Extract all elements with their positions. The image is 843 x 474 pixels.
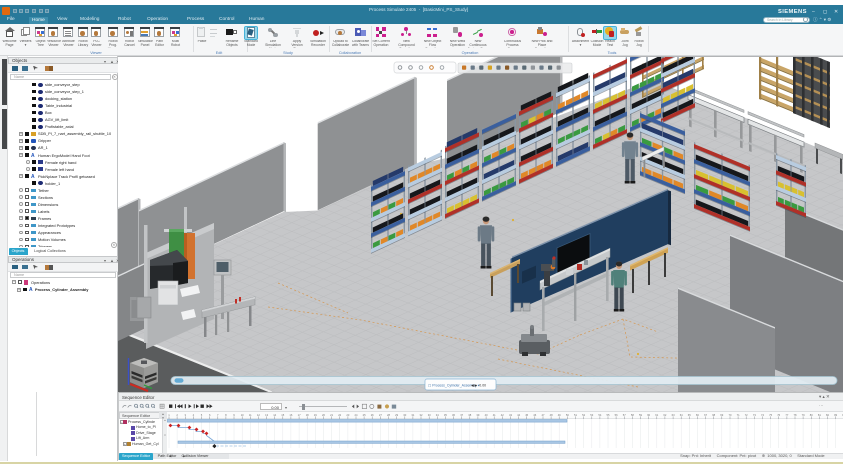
svg-text:79: 79 <box>802 413 805 417</box>
svg-text:20: 20 <box>322 413 325 417</box>
svg-text:57: 57 <box>623 413 626 417</box>
svg-text:78: 78 <box>794 413 797 417</box>
svg-text:43: 43 <box>509 413 512 417</box>
svg-text:33: 33 <box>428 413 431 417</box>
svg-text:19: 19 <box>314 413 317 417</box>
svg-text:30: 30 <box>403 413 406 417</box>
svg-text:82: 82 <box>826 413 829 417</box>
svg-text:24: 24 <box>355 413 358 417</box>
svg-text:53: 53 <box>590 413 593 417</box>
svg-text:14: 14 <box>273 413 276 417</box>
svg-text:59: 59 <box>639 413 642 417</box>
svg-text:22: 22 <box>338 413 341 417</box>
svg-text:35: 35 <box>444 413 447 417</box>
svg-text:32: 32 <box>420 413 423 417</box>
svg-text:55: 55 <box>607 413 610 417</box>
svg-text:48: 48 <box>550 413 553 417</box>
svg-text:49: 49 <box>558 413 561 417</box>
svg-text:75: 75 <box>769 413 772 417</box>
svg-text:66: 66 <box>696 413 699 417</box>
svg-text:50: 50 <box>566 413 569 417</box>
svg-text:70: 70 <box>729 413 732 417</box>
svg-text:83: 83 <box>834 413 837 417</box>
svg-text:34: 34 <box>436 413 439 417</box>
svg-text:39: 39 <box>476 413 479 417</box>
svg-text:15: 15 <box>281 413 284 417</box>
svg-text:42: 42 <box>501 413 504 417</box>
svg-text:11: 11 <box>249 413 252 417</box>
svg-text:23: 23 <box>346 413 349 417</box>
svg-text:51: 51 <box>574 413 577 417</box>
svg-text:31: 31 <box>411 413 414 417</box>
svg-text:56: 56 <box>615 413 618 417</box>
svg-text:17: 17 <box>298 413 301 417</box>
svg-text:29: 29 <box>395 413 398 417</box>
svg-text:80: 80 <box>810 413 813 417</box>
svg-text:18: 18 <box>306 413 309 417</box>
svg-text:69: 69 <box>720 413 723 417</box>
svg-text:12: 12 <box>257 413 260 417</box>
svg-text:71: 71 <box>737 413 740 417</box>
svg-text:13: 13 <box>265 413 268 417</box>
svg-text:74: 74 <box>761 413 764 417</box>
svg-text:41: 41 <box>493 413 496 417</box>
svg-text:72: 72 <box>745 413 748 417</box>
svg-text:73: 73 <box>753 413 756 417</box>
svg-text:45: 45 <box>525 413 528 417</box>
svg-text:76: 76 <box>777 413 780 417</box>
svg-text:16: 16 <box>289 413 292 417</box>
svg-text:64: 64 <box>680 413 683 417</box>
svg-text:62: 62 <box>663 413 666 417</box>
svg-text:60: 60 <box>647 413 650 417</box>
svg-text:54: 54 <box>598 413 601 417</box>
svg-text:68: 68 <box>712 413 715 417</box>
svg-text:67: 67 <box>704 413 707 417</box>
svg-text:28: 28 <box>387 413 390 417</box>
svg-text:58: 58 <box>631 413 634 417</box>
svg-text:81: 81 <box>818 413 821 417</box>
svg-text:63: 63 <box>672 413 675 417</box>
svg-text:37: 37 <box>460 413 463 417</box>
svg-text:25: 25 <box>363 413 366 417</box>
svg-text:21: 21 <box>330 413 333 417</box>
svg-text:40: 40 <box>485 413 488 417</box>
svg-text:26: 26 <box>371 413 374 417</box>
svg-text:77: 77 <box>785 413 788 417</box>
svg-text:38: 38 <box>468 413 471 417</box>
svg-text:46: 46 <box>533 413 536 417</box>
svg-text:◀ ▶ 0.00: ◀ ▶ 0.00 <box>471 383 486 387</box>
svg-text:10: 10 <box>241 413 244 417</box>
svg-text:61: 61 <box>655 413 658 417</box>
svg-text:27: 27 <box>379 413 382 417</box>
svg-text:36: 36 <box>452 413 455 417</box>
svg-text:44: 44 <box>517 413 520 417</box>
svg-text:47: 47 <box>542 413 545 417</box>
svg-text:52: 52 <box>582 413 585 417</box>
svg-text:65: 65 <box>688 413 691 417</box>
